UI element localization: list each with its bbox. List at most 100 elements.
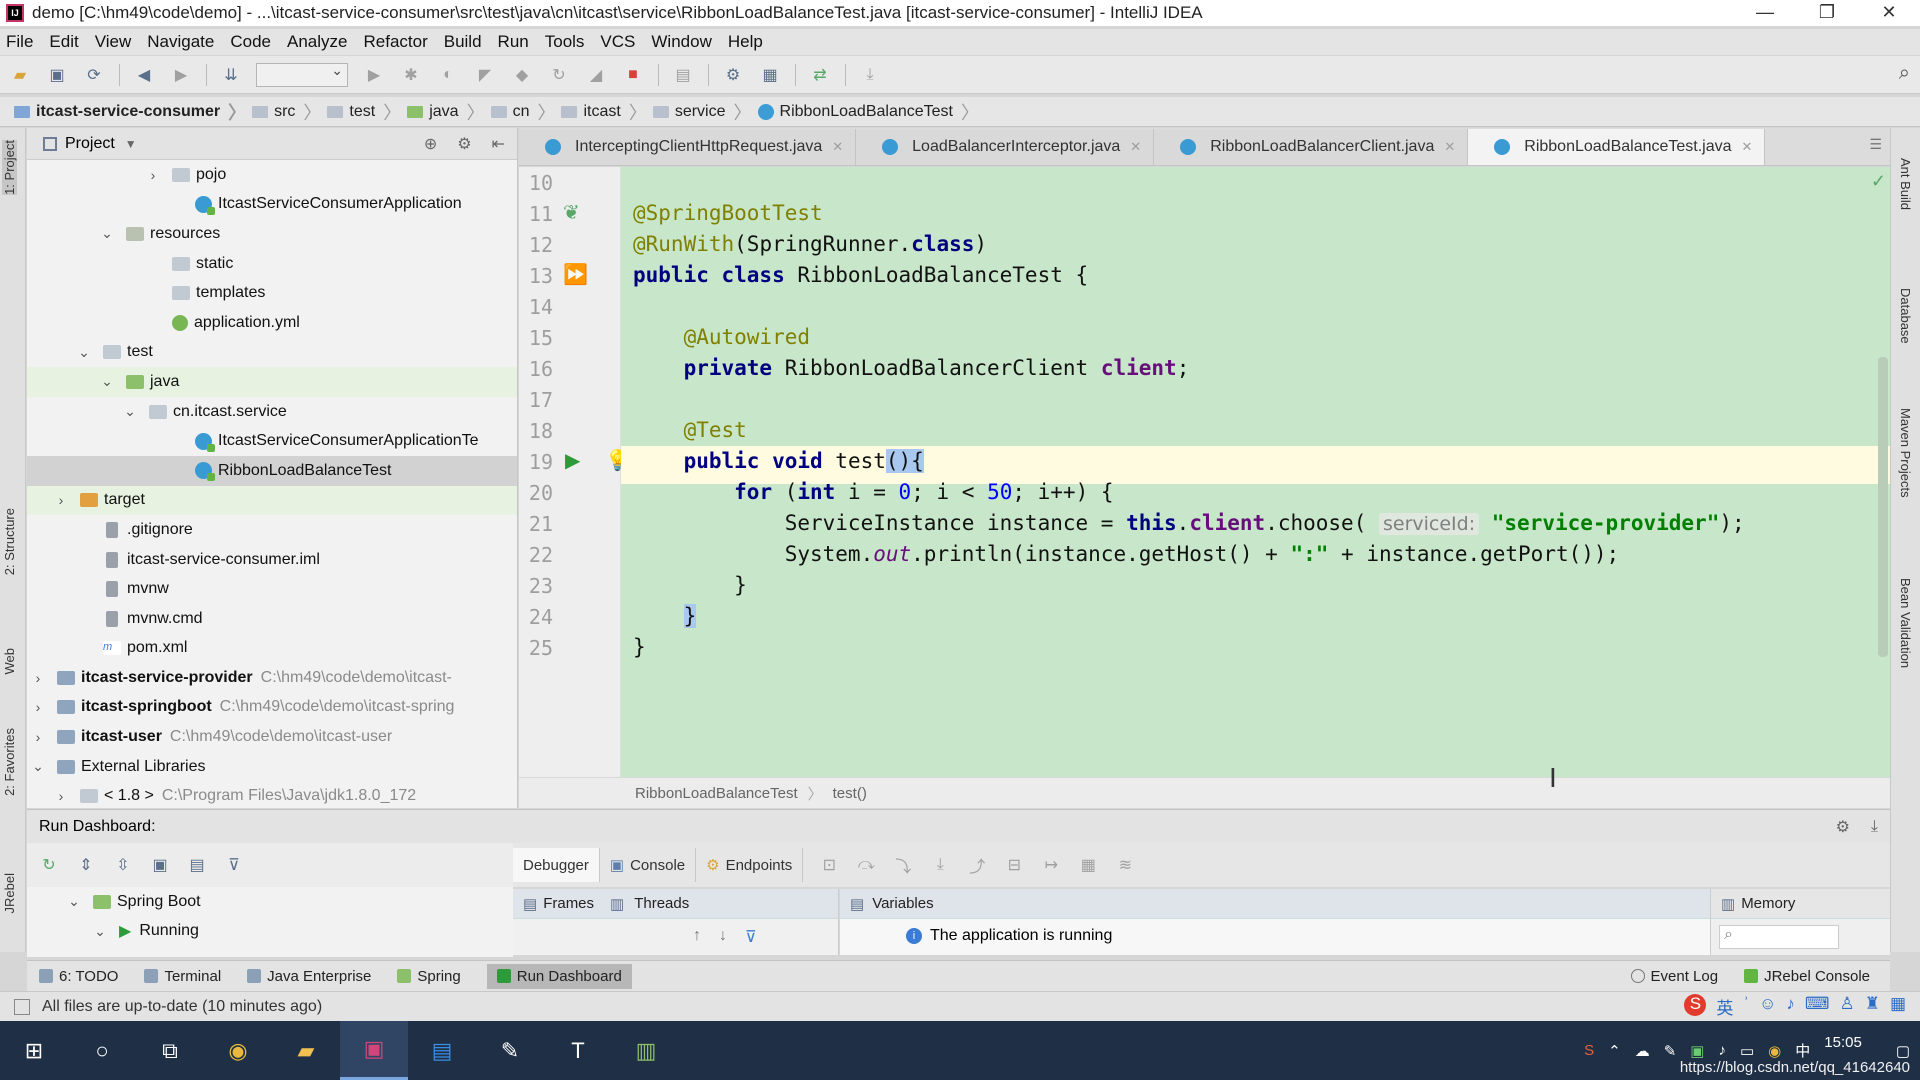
tab-load-balancer-interceptor[interactable]: LoadBalancerInterceptor.java ✕ bbox=[856, 129, 1155, 165]
tree-item[interactable]: › < 1.8 > C:\Program Files\Java\jdk1.8.0_1… bbox=[27, 781, 517, 808]
forward-icon[interactable]: ▶ bbox=[169, 63, 193, 87]
spring-boot-node[interactable]: ⌄ Spring Boot bbox=[27, 887, 513, 917]
threads-tab[interactable]: Threads bbox=[634, 895, 689, 912]
task-view-icon[interactable]: ⧉ bbox=[136, 1021, 204, 1080]
typora-icon[interactable]: T bbox=[544, 1021, 612, 1080]
java-enterprise-tool-button[interactable]: Java Enterprise bbox=[247, 968, 371, 985]
minimize-button[interactable]: — bbox=[1734, 0, 1796, 26]
todo-tool-button[interactable]: 6: TODO bbox=[39, 968, 118, 985]
breadcrumb-item-test[interactable]: test 〉 bbox=[327, 99, 401, 125]
notepad-icon[interactable]: ▥ bbox=[612, 1021, 680, 1080]
breadcrumb-item-service[interactable]: service 〉 bbox=[652, 99, 752, 125]
restore-button[interactable]: ❐ bbox=[1796, 0, 1858, 26]
tree-item[interactable]: application.yml bbox=[27, 308, 517, 338]
attach-icon[interactable]: ◢ bbox=[584, 63, 608, 87]
drop-frame-icon[interactable]: ⊟ bbox=[1002, 853, 1026, 877]
tree-item[interactable]: ItcastServiceConsumerApplicationTe bbox=[27, 426, 517, 456]
run-icon[interactable]: ▶ bbox=[362, 63, 386, 87]
expand-toggle-icon[interactable]: › bbox=[31, 699, 45, 715]
spring-bean-icon[interactable]: ❦ bbox=[563, 200, 580, 225]
database-tool-button[interactable]: Database bbox=[1898, 288, 1913, 344]
filter-icon[interactable]: ⊽ bbox=[745, 927, 757, 947]
expand-toggle-icon[interactable]: › bbox=[54, 788, 68, 804]
menu-file[interactable]: File bbox=[6, 32, 33, 52]
ime-tray-icon[interactable]: 中 bbox=[1795, 1040, 1810, 1061]
ime-keyboard-icon[interactable]: ⌨ bbox=[1805, 994, 1830, 1019]
file-explorer-icon[interactable]: ▰ bbox=[272, 1021, 340, 1080]
menu-run[interactable]: Run bbox=[498, 32, 529, 52]
structure-tool-button[interactable]: 2: Structure bbox=[2, 508, 17, 575]
menu-window[interactable]: Window bbox=[651, 32, 711, 52]
evaluate-icon[interactable]: ▦ bbox=[1076, 853, 1100, 877]
run-dashboard-tool-button[interactable]: Run Dashboard bbox=[486, 963, 632, 989]
menu-navigate[interactable]: Navigate bbox=[147, 32, 214, 52]
tab-intercepting-client[interactable]: InterceptingClientHttpRequest.java ✕ bbox=[519, 129, 857, 165]
code-line[interactable]: public void test(){ bbox=[633, 449, 924, 473]
run-test-icon[interactable]: ▶ bbox=[565, 448, 580, 473]
hide-panel-icon[interactable]: ⤓ bbox=[1871, 818, 1878, 836]
tree-item[interactable]: › target bbox=[27, 485, 517, 516]
tree-item[interactable]: RibbonLoadBalanceTest bbox=[27, 455, 517, 486]
make-project-icon[interactable]: ⇊ bbox=[219, 63, 243, 87]
menu-vcs[interactable]: VCS bbox=[600, 32, 635, 52]
memory-search-input[interactable]: ⌕ bbox=[1719, 925, 1839, 949]
tree-item[interactable]: › itcast-service-provider C:\hm49\code\dem… bbox=[27, 663, 517, 693]
close-tab-icon[interactable]: ✕ bbox=[1130, 139, 1141, 155]
code-editor[interactable]: ✓ @SpringBootTest @RunWith(SpringRunner.c… bbox=[621, 167, 1890, 777]
tree-item[interactable]: ItcastServiceConsumerApplication bbox=[27, 190, 517, 220]
tree-item[interactable]: › itcast-user C:\hm49\code\demo\itcast-use… bbox=[27, 722, 517, 752]
project-tool-button[interactable]: 1: Project bbox=[2, 140, 17, 195]
app-tray-icon[interactable]: ✎ bbox=[1664, 1042, 1677, 1060]
scroll-from-source-icon[interactable]: ⊕ bbox=[424, 134, 437, 154]
tab-endpoints[interactable]: ⚙ Endpoints bbox=[696, 848, 804, 882]
code-line[interactable]: @Autowired bbox=[633, 325, 810, 349]
collapse-all-icon[interactable]: ⇳ bbox=[111, 853, 135, 877]
ime-emoji-icon[interactable]: ☺ bbox=[1759, 994, 1776, 1019]
tree-item[interactable]: .gitignore bbox=[27, 515, 517, 545]
breadcrumb-item-cn[interactable]: cn 〉 bbox=[490, 99, 555, 125]
tree-item[interactable]: › pojo bbox=[27, 160, 517, 190]
run-configuration-select[interactable] bbox=[256, 62, 348, 87]
tab-ribbon-load-balance-test[interactable]: RibbonLoadBalanceTest.java ✕ bbox=[1468, 129, 1766, 165]
stop-icon[interactable]: ■ bbox=[621, 63, 645, 87]
tree-item[interactable]: › itcast-springboot C:\hm49\code\demo\itca… bbox=[27, 693, 517, 723]
group-icon[interactable]: ▣ bbox=[148, 853, 172, 877]
code-line[interactable]: } bbox=[633, 635, 646, 659]
open-folder-icon[interactable]: ▰ bbox=[8, 63, 32, 87]
tab-console[interactable]: ▣ Console bbox=[600, 848, 697, 882]
chrome-tray-icon[interactable]: ◉ bbox=[1768, 1042, 1781, 1060]
expand-toggle-icon[interactable]: › bbox=[146, 167, 160, 183]
trace-icon[interactable]: ≋ bbox=[1113, 853, 1137, 877]
show-execution-point-icon[interactable]: ⊡ bbox=[817, 853, 841, 877]
close-tab-icon[interactable]: ✕ bbox=[1742, 139, 1753, 155]
group-by-icon[interactable]: ▤ bbox=[185, 853, 209, 877]
sdk-icon[interactable]: ▦ bbox=[758, 63, 782, 87]
menu-view[interactable]: View bbox=[95, 32, 132, 52]
expand-toggle-icon[interactable]: › bbox=[54, 492, 68, 508]
code-line[interactable]: for (int i = 0; i < 50; i++) { bbox=[633, 480, 1113, 504]
jrebel-update-icon[interactable]: ⇄ bbox=[808, 63, 832, 87]
ime-user-icon[interactable]: ♙ bbox=[1839, 994, 1854, 1019]
show-hidden-icons-icon[interactable]: ⌃ bbox=[1608, 1042, 1621, 1060]
expand-toggle-icon[interactable]: › bbox=[31, 729, 45, 745]
tree-item[interactable]: mvnw.cmd bbox=[27, 604, 517, 634]
settings-gear-icon[interactable]: ⚙ bbox=[1836, 817, 1850, 837]
menu-code[interactable]: Code bbox=[230, 32, 271, 52]
download-icon[interactable]: ⤓ bbox=[858, 63, 882, 87]
search-everywhere-icon[interactable]: ⌕ bbox=[1899, 62, 1910, 85]
step-icon[interactable]: ◆ bbox=[510, 63, 534, 87]
memory-tab[interactable]: Memory bbox=[1741, 895, 1795, 912]
debug-icon[interactable]: ✱ bbox=[399, 63, 423, 87]
tree-item[interactable]: ⌄ test bbox=[27, 338, 517, 368]
expand-toggle-icon[interactable]: ⌄ bbox=[123, 403, 137, 420]
tree-item[interactable]: ⌄ External Libraries bbox=[27, 752, 517, 782]
code-line[interactable]: } bbox=[633, 573, 747, 597]
settings-gear-icon[interactable]: ⚙ bbox=[457, 134, 471, 154]
step-into-icon[interactable]: ⤵ bbox=[891, 853, 915, 877]
expand-toggle-icon[interactable]: ⌄ bbox=[31, 758, 45, 775]
up-arrow-icon[interactable]: ↑ bbox=[693, 927, 701, 947]
store-icon[interactable]: ▤ bbox=[408, 1021, 476, 1080]
tree-item[interactable]: m pom.xml bbox=[27, 634, 517, 664]
start-button-icon[interactable]: ⊞ bbox=[0, 1021, 68, 1080]
close-tab-icon[interactable]: ✕ bbox=[832, 139, 843, 155]
